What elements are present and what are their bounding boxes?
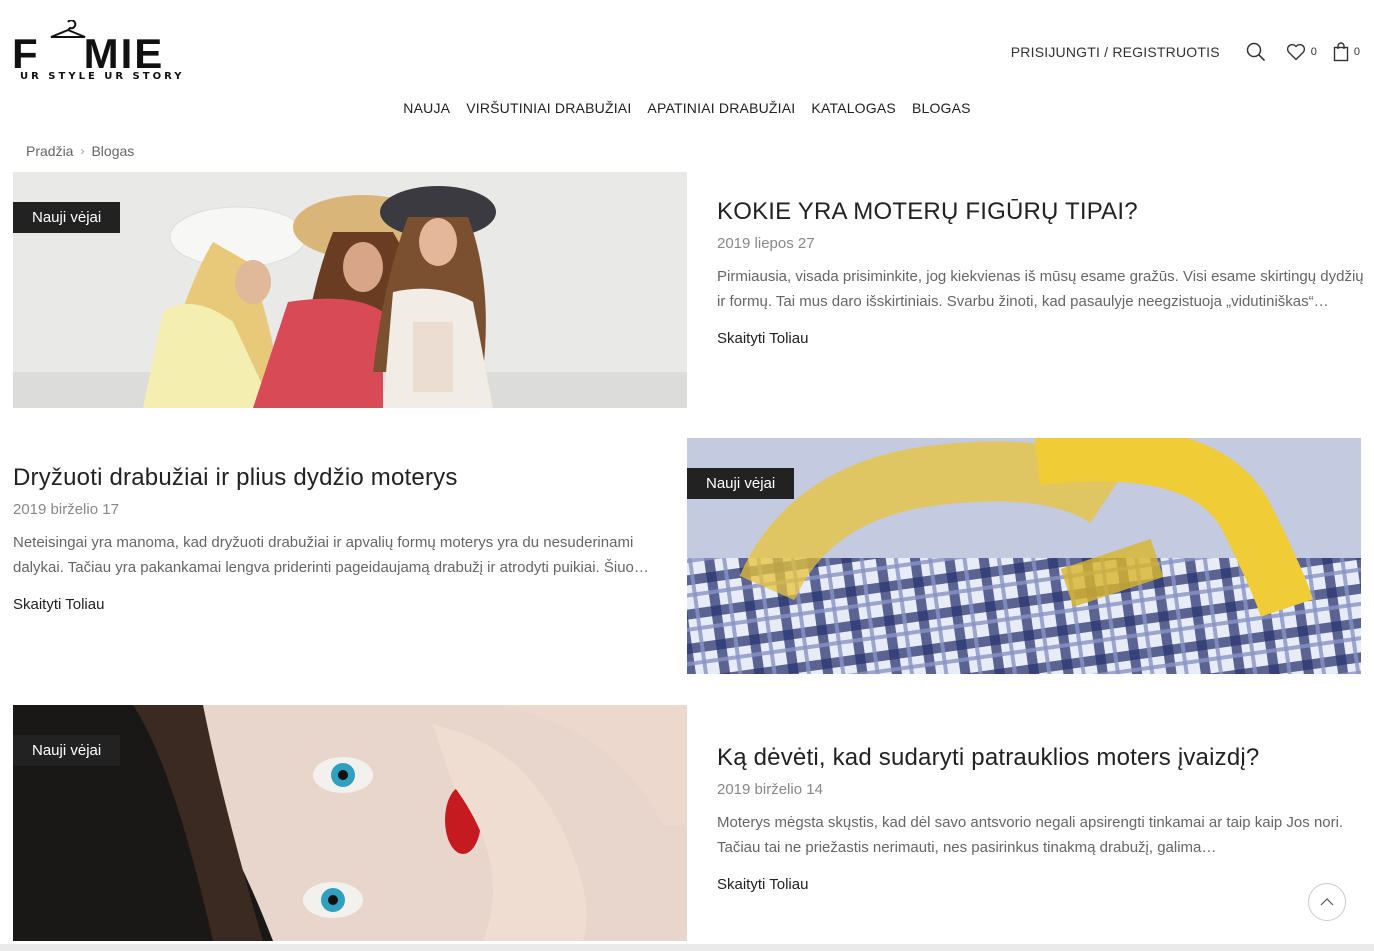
nav-item-blogas[interactable]: BLOGAS [912, 100, 971, 116]
post-date: 2019 birželio 17 [13, 501, 119, 518]
header-actions: PRISIJUNGTI / REGISTRUOTIS 0 0 [1011, 40, 1360, 64]
search-button[interactable] [1246, 42, 1266, 62]
post-image[interactable]: Nauji vėjai [13, 705, 687, 941]
nav-item-virsutiniai-drabuziai[interactable]: VIRŠUTINIAI DRABUŽIAI [466, 100, 631, 116]
chevron-right-icon: › [80, 144, 85, 158]
post-title[interactable]: Dryžuoti drabužiai ir plius dydžio moter… [13, 463, 663, 493]
post-excerpt: Pirmiausia, visada prisiminkite, jog kie… [717, 268, 1364, 310]
back-to-top-button[interactable] [1308, 883, 1346, 921]
post-image[interactable]: Nauji vėjai [13, 172, 687, 408]
read-more-link[interactable]: Skaityti Toliau [717, 876, 808, 893]
blog-post: Nauji vėjai Ką dėvėti, kad sudaryti patr… [13, 705, 1361, 941]
post-category-tag[interactable]: Nauji vėjai [687, 468, 795, 499]
wishlist-count: 0 [1310, 46, 1317, 58]
femie-logo[interactable]: F MIE UR STYLE UR STORY [12, 20, 187, 86]
read-more-link[interactable]: Skaityti Toliau [13, 596, 104, 613]
nav-item-apatiniai-drabuziai[interactable]: APATINIAI DRABUŽIAI [647, 100, 795, 116]
nav-item-katalogas[interactable]: KATALOGAS [811, 100, 896, 116]
blog-post: Nauji vėjai KOKIE YRA MOTERŲ FIGŪRŲ TIPA… [13, 172, 1364, 408]
search-icon [1246, 42, 1265, 62]
post-category-tag[interactable]: Nauji vėjai [13, 202, 121, 233]
post-content: KOKIE YRA MOTERŲ FIGŪRŲ TIPAI? 2019 liep… [717, 197, 1367, 348]
heart-icon [1286, 43, 1305, 61]
cart-count: 0 [1353, 46, 1360, 58]
cart-button[interactable]: 0 [1333, 42, 1360, 62]
post-excerpt: Moterys mėgsta skųstis, kad dėl savo ant… [717, 814, 1344, 856]
post-date: 2019 birželio 14 [717, 781, 823, 798]
nav-item-nauja[interactable]: NAUJA [403, 100, 450, 116]
post-content: Ką dėvėti, kad sudaryti patrauklios mote… [717, 743, 1367, 894]
breadcrumb-home-link[interactable]: Pradžia [26, 143, 73, 159]
shopping-bag-icon [1333, 42, 1349, 62]
logo-wordmark: F MIE [12, 30, 165, 77]
post-date: 2019 liepos 27 [717, 235, 815, 252]
post-excerpt: Neteisingai yra manoma, kad dryžuoti dra… [13, 534, 649, 576]
breadcrumb-current: Blogas [91, 143, 135, 159]
login-register-link[interactable]: PRISIJUNGTI / REGISTRUOTIS [1011, 44, 1220, 60]
logo-tagline: UR STYLE UR STORY [20, 71, 185, 82]
post-title[interactable]: Ką dėvėti, kad sudaryti patrauklios mote… [717, 743, 1367, 773]
post-title[interactable]: KOKIE YRA MOTERŲ FIGŪRŲ TIPAI? [717, 197, 1367, 227]
blog-post: Dryžuoti drabužiai ir plius dydžio moter… [13, 438, 1361, 674]
read-more-link[interactable]: Skaityti Toliau [717, 330, 808, 347]
chevron-up-icon [1320, 898, 1334, 906]
post-category-tag[interactable]: Nauji vėjai [13, 735, 121, 766]
footer-divider [0, 944, 1374, 951]
wishlist-button[interactable]: 0 [1286, 43, 1327, 61]
post-content: Dryžuoti drabužiai ir plius dydžio moter… [13, 463, 663, 614]
post-image[interactable]: Nauji vėjai [687, 438, 1361, 674]
main-navigation: NAUJA VIRŠUTINIAI DRABUŽIAI APATINIAI DR… [0, 100, 1374, 116]
breadcrumb: Pradžia › Blogas [26, 143, 134, 159]
site-header: F MIE UR STYLE UR STORY PRISIJUNGTI / REG… [0, 0, 1374, 130]
